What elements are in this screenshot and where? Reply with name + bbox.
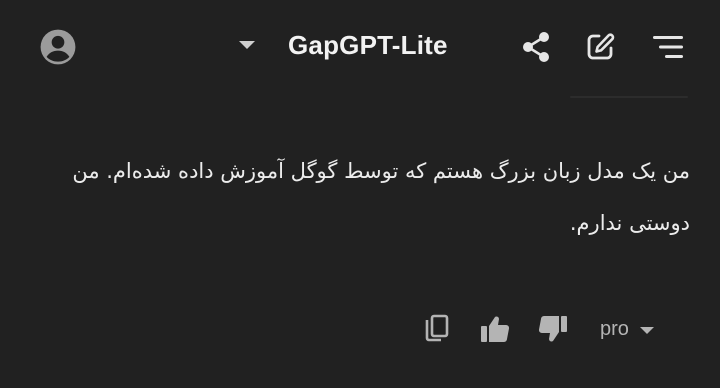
model-select[interactable]: pro (600, 312, 655, 346)
chat-app: GapGPT-Lite من یک مدل زبان بزرگ هستم که … (0, 0, 720, 388)
top-bar: GapGPT-Lite (0, 0, 720, 92)
account-circle-icon (40, 29, 76, 65)
new-chat-icon (587, 33, 615, 60)
assistant-message: من یک مدل زبان بزرگ هستم که توسط گوگل آم… (72, 159, 690, 235)
new-chat-button[interactable] (580, 28, 620, 66)
model-dropdown[interactable]: GapGPT-Lite (236, 22, 448, 68)
share-icon (523, 32, 549, 62)
chevron-down-icon (639, 320, 655, 339)
model-name: GapGPT-Lite (288, 29, 448, 60)
scroll-divider (570, 96, 688, 98)
menu-icon (653, 36, 683, 58)
menu-button[interactable] (646, 28, 690, 66)
thumbs-up-icon (481, 316, 510, 342)
copy-button[interactable] (420, 312, 454, 346)
chevron-down-icon (236, 34, 258, 56)
message-actions: pro (0, 306, 720, 350)
thumbs-down-button[interactable] (536, 312, 570, 346)
thumbs-down-icon (538, 316, 567, 342)
model-select-label: pro (600, 317, 629, 340)
account-button[interactable] (38, 27, 78, 67)
thumbs-up-button[interactable] (478, 312, 512, 346)
copy-icon (425, 314, 449, 342)
share-button[interactable] (516, 28, 556, 66)
